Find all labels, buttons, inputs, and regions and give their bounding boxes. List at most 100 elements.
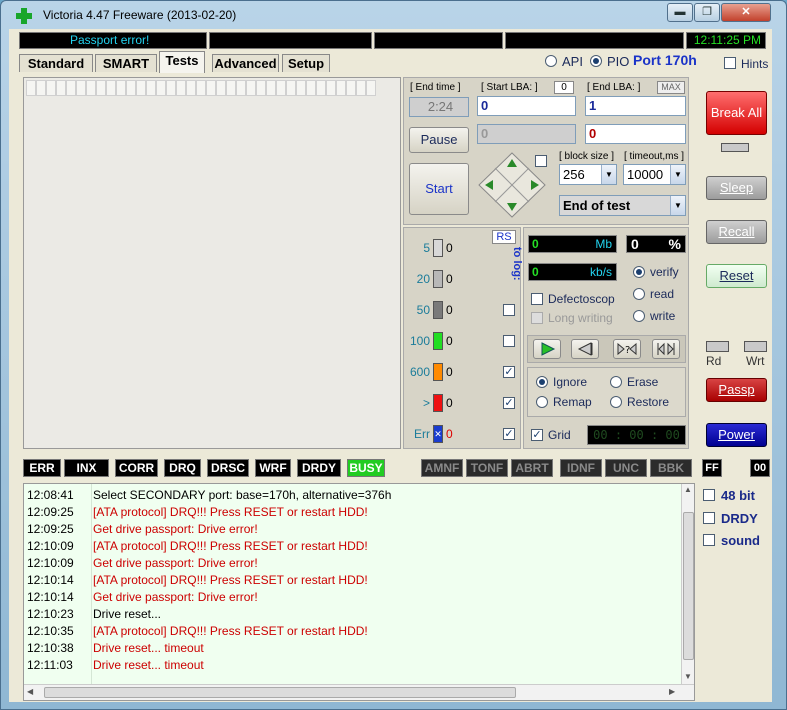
log-to-file-checkbox[interactable]: ✓: [503, 366, 515, 378]
sector-cell: [126, 80, 136, 96]
sector-cell: [86, 80, 96, 96]
log-panel[interactable]: 12:08:41 Select SECONDARY port: base=170h…: [23, 483, 695, 701]
defectoscop-checkbox[interactable]: [531, 293, 543, 305]
tab-tests[interactable]: Tests: [159, 51, 205, 73]
direction-checkbox[interactable]: [535, 155, 547, 167]
log-message: Drive reset... timeout: [93, 658, 204, 672]
mb-field: 0 Mb: [528, 235, 617, 253]
flag-inx: INX: [64, 459, 109, 477]
log-to-file-checkbox[interactable]: [503, 335, 515, 347]
stat-color-bar: [433, 332, 443, 350]
play-button[interactable]: [533, 339, 561, 359]
end-action-select[interactable]: End of test ▼: [559, 195, 686, 216]
stat-label: 50: [416, 303, 430, 317]
log-entry: 12:08:41 Select SECONDARY port: base=170h…: [24, 487, 679, 504]
sector-cell: [116, 80, 126, 96]
reverse-icon: [577, 342, 593, 356]
api-radio[interactable]: [545, 55, 557, 67]
log-entry: 12:10:14 [ATA protocol] DRQ!!! Press RESE…: [24, 572, 679, 589]
ignore-label: Ignore: [553, 375, 588, 389]
rs-button[interactable]: RS: [492, 230, 516, 244]
bit48-checkbox[interactable]: [703, 489, 715, 501]
stat-count: 0: [446, 427, 453, 441]
sector-cell: [156, 80, 166, 96]
restore-radio[interactable]: [610, 396, 622, 408]
flag-bbk: BBK: [650, 459, 692, 477]
grid-checkbox[interactable]: ✓: [531, 429, 543, 441]
sector-cell: [226, 80, 236, 96]
block-size-select[interactable]: 256 ▼: [559, 164, 617, 185]
write-radio[interactable]: [633, 310, 645, 322]
sector-cell: [206, 80, 216, 96]
activity-indicator: [721, 143, 749, 152]
butterfly-button[interactable]: [652, 339, 680, 359]
close-button[interactable]: ✕: [721, 3, 771, 22]
start-lba-counter[interactable]: 0: [554, 81, 574, 94]
log-entry: 12:10:09 Get drive passport: Drive error!: [24, 555, 679, 572]
remap-label: Remap: [553, 395, 592, 409]
sector-map-row: [26, 80, 376, 96]
start-lba-field[interactable]: 0: [477, 96, 576, 116]
ignore-radio[interactable]: [536, 376, 548, 388]
read-radio[interactable]: [633, 288, 645, 300]
scroll-up-icon[interactable]: ▲: [684, 485, 692, 494]
scroll-down-icon[interactable]: ▼: [684, 672, 692, 681]
sector-cell: [236, 80, 246, 96]
end-lba-field[interactable]: 1: [585, 96, 686, 116]
break-all-button[interactable]: Break All: [706, 91, 767, 135]
end-time-field[interactable]: 2:24: [409, 97, 469, 117]
power-button[interactable]: Power: [706, 423, 767, 447]
remap-radio[interactable]: [536, 396, 548, 408]
hints-checkbox[interactable]: [724, 57, 736, 69]
sector-cell: [56, 80, 66, 96]
kbs-field: 0 kb/s: [528, 263, 617, 281]
log-vertical-scrollbar[interactable]: ▲ ▼: [681, 484, 694, 684]
verify-radio[interactable]: [633, 266, 645, 278]
timeout-select[interactable]: 10000 ▼: [623, 164, 686, 185]
scroll-right-icon[interactable]: ▶: [669, 687, 675, 696]
erase-radio[interactable]: [610, 376, 622, 388]
flag-wrf: WRF: [255, 459, 291, 477]
sleep-button[interactable]: Sleep: [706, 176, 767, 200]
to-log-label: to log:: [511, 247, 523, 281]
tab-advanced[interactable]: Advanced: [212, 54, 279, 72]
window-title: Victoria 4.47 Freeware (2013-02-20): [43, 8, 237, 22]
tab-standard[interactable]: Standard: [19, 54, 93, 72]
stat-color-bar: ✕: [433, 425, 443, 443]
stat-label: 100: [409, 334, 430, 348]
random-seek-button[interactable]: ?: [613, 339, 641, 359]
sector-map: [23, 77, 401, 449]
log-to-file-checkbox[interactable]: ✓: [503, 428, 515, 440]
sector-cell: [346, 80, 356, 96]
chevron-down-icon: ▼: [601, 165, 616, 184]
sound-checkbox[interactable]: [703, 534, 715, 546]
scroll-left-icon[interactable]: ◀: [27, 687, 33, 696]
reverse-button[interactable]: [571, 339, 599, 359]
reset-button[interactable]: Reset: [706, 264, 767, 288]
minimize-button[interactable]: ▬: [667, 3, 693, 22]
stat-count: 0: [446, 241, 453, 255]
pio-radio[interactable]: [590, 55, 602, 67]
log-to-file-checkbox[interactable]: [503, 304, 515, 316]
vertical-scroll-thumb[interactable]: [683, 512, 694, 660]
drdy-option-label: DRDY: [721, 511, 758, 526]
passp-button[interactable]: Passp: [706, 378, 767, 402]
svg-text:?: ?: [625, 345, 630, 356]
tab-setup[interactable]: Setup: [282, 54, 330, 72]
log-horizontal-scrollbar[interactable]: ◀ ▶: [24, 684, 694, 700]
long-writing-label: Long writing: [548, 311, 613, 325]
tab-smart[interactable]: SMART: [95, 54, 157, 72]
recall-button[interactable]: Recall: [706, 220, 767, 244]
stat-label: Err: [414, 427, 430, 441]
long-writing-checkbox[interactable]: [531, 312, 543, 324]
pio-label: PIO: [607, 54, 630, 69]
horizontal-scroll-thumb[interactable]: [44, 687, 516, 698]
sector-cell: [336, 80, 346, 96]
sector-cell: [146, 80, 156, 96]
maximize-button[interactable]: ❐: [694, 3, 720, 22]
drdy-checkbox[interactable]: [703, 512, 715, 524]
start-button[interactable]: Start: [409, 163, 469, 215]
log-to-file-checkbox[interactable]: ✓: [503, 397, 515, 409]
pause-button[interactable]: Pause: [409, 127, 469, 153]
max-button[interactable]: MAX: [657, 81, 685, 94]
